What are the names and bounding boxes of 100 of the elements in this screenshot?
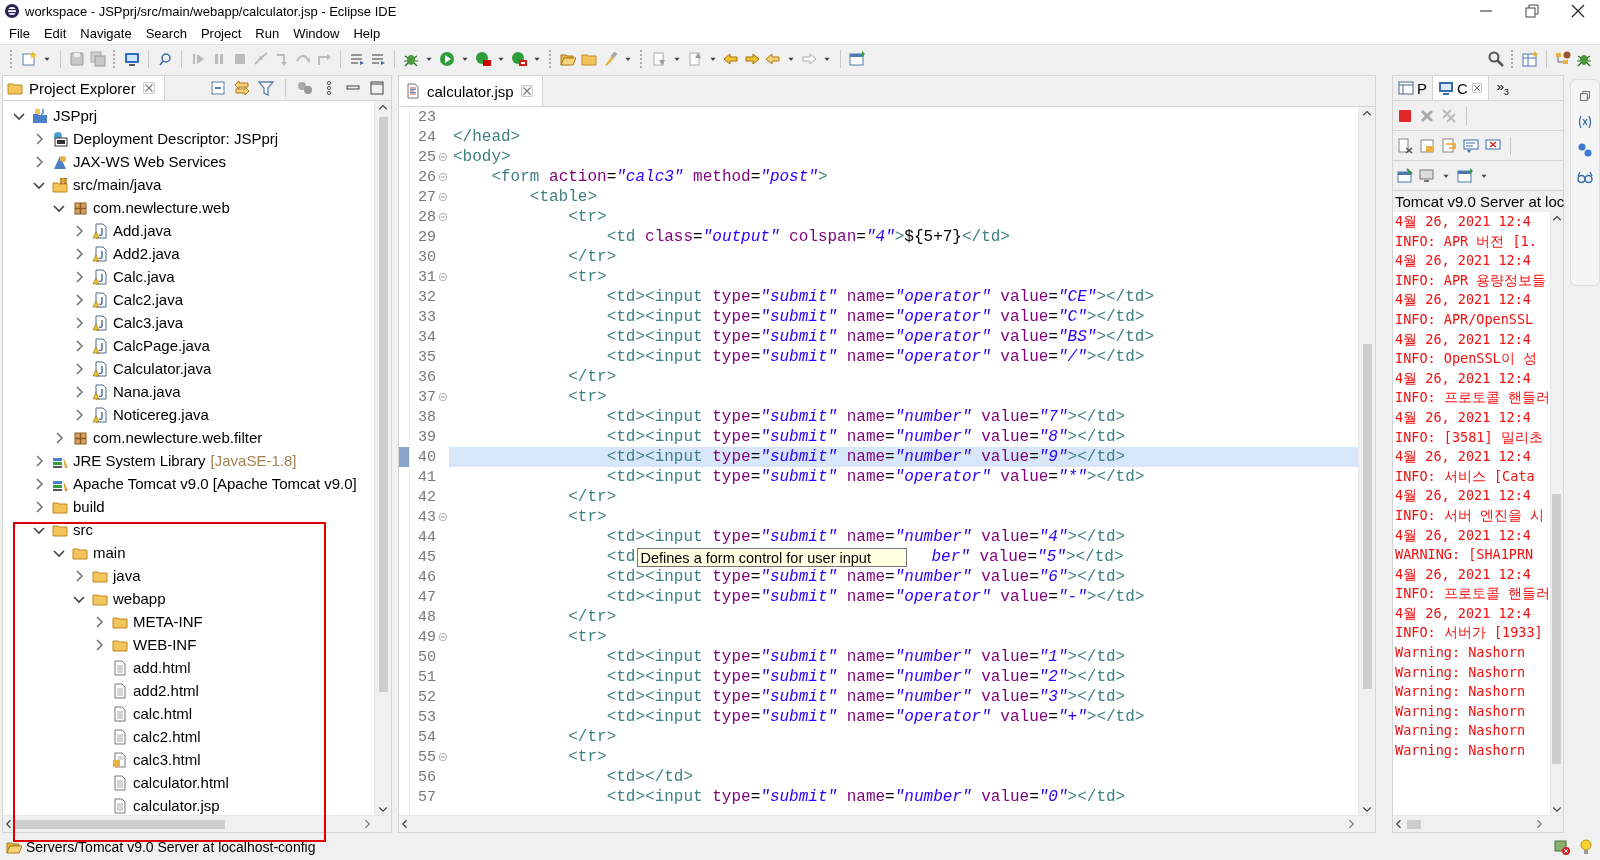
code-line: </tr>	[567, 487, 618, 507]
menu-item[interactable]: Help	[346, 25, 388, 41]
tree-item[interactable]: add2.html	[133, 682, 199, 699]
restore-icon[interactable]	[1524, 3, 1540, 19]
page-down-icon[interactable]	[651, 51, 667, 67]
tree-item[interactable]: calc3.html	[133, 751, 201, 768]
tree-item[interactable]: JSPprj	[53, 107, 98, 124]
window-icon[interactable]	[849, 51, 865, 67]
tree-item[interactable]: com.newlecture.web.filter	[93, 429, 263, 446]
tree-item[interactable]: Add.java	[113, 222, 172, 239]
tree-item[interactable]: calculator.html	[133, 774, 229, 791]
tree-item[interactable]: src	[73, 521, 93, 538]
clear-icon[interactable]	[1397, 137, 1413, 154]
java-file-icon	[92, 245, 108, 262]
tree-item[interactable]: Calc2.java	[113, 291, 184, 308]
code-line: <td><input type="submit" name="number" value="7"></td>	[605, 407, 1127, 427]
tree-item[interactable]: Add2.java	[113, 245, 180, 262]
link-arrows-icon[interactable]	[234, 80, 250, 96]
tree-item[interactable]: webapp	[113, 590, 166, 607]
maximize-icon[interactable]	[369, 80, 385, 96]
code-line: <td><input type="submit" name="number" value="0"></td>	[605, 787, 1127, 807]
lines-icon[interactable]	[349, 51, 365, 67]
line-number: 39	[417, 428, 437, 446]
panel-tab[interactable]: Project Explorer	[3, 76, 165, 100]
tree-item[interactable]: calc.html	[133, 705, 193, 722]
lightbulb-icon[interactable]	[1578, 839, 1594, 855]
code-line: </tr>	[567, 727, 618, 747]
back-arrow-icon[interactable]	[765, 51, 781, 67]
tree-item[interactable]: calc2.html	[133, 728, 201, 745]
monitor-icon[interactable]	[124, 51, 140, 67]
scrollbar-thumb[interactable]	[1407, 819, 1421, 829]
scrollbar-thumb[interactable]	[1552, 494, 1562, 764]
menu-item[interactable]: Run	[248, 25, 287, 41]
tree-item[interactable]: Nana.java	[113, 383, 181, 400]
editor-tab[interactable]: calculator.jsp	[399, 76, 543, 106]
view-tab[interactable]: C	[1433, 76, 1489, 100]
tree-item[interactable]: Deployment Descriptor: JSPprj	[73, 130, 279, 147]
console-line: Warning: Nashorn	[1395, 701, 1527, 721]
tree-item[interactable]: META-INF	[133, 613, 203, 630]
circles-icon[interactable]	[1577, 142, 1593, 158]
square-stop-icon[interactable]	[1397, 107, 1413, 124]
tree-item[interactable]: Calc3.java	[113, 314, 184, 331]
tree-item[interactable]: WEB-INF	[133, 636, 197, 653]
gears-icon[interactable]	[297, 80, 313, 96]
coverage-icon[interactable]	[475, 51, 491, 67]
menu-item[interactable]: Search	[138, 25, 194, 41]
tree-item[interactable]: Calc.java	[113, 268, 175, 285]
variables-icon[interactable]	[1577, 114, 1593, 130]
close-tab-icon[interactable]	[1470, 82, 1483, 94]
tree-item[interactable]: JAX-WS Web Services	[73, 153, 227, 170]
line-number: 31	[417, 268, 437, 286]
tree-item[interactable]: com.newlecture.web	[93, 199, 230, 216]
menu-item[interactable]: File	[2, 25, 37, 41]
tree-item[interactable]: CalcPage.java	[113, 337, 210, 354]
pin-console-icon[interactable]	[1397, 167, 1413, 184]
tree-item[interactable]: calculator.jsp	[133, 797, 220, 814]
tree-item[interactable]: Apache Tomcat v9.0 [Apache Tomcat v9.0]	[73, 475, 357, 492]
menu-item[interactable]: Edit	[36, 25, 74, 41]
line-number: 47	[417, 588, 437, 606]
file-icon	[112, 728, 128, 745]
screen-icon[interactable]	[1419, 167, 1435, 184]
window-icon[interactable]	[1457, 167, 1473, 184]
scrollbar-thumb[interactable]	[15, 819, 225, 829]
hierarchy-icon[interactable]	[1555, 51, 1571, 67]
win-close-icon[interactable]	[1570, 3, 1586, 19]
tree-item[interactable]: Calculator.java	[113, 360, 212, 377]
tree-item[interactable]: JRE System Library	[73, 452, 206, 469]
collapse-all-icon[interactable]	[210, 80, 226, 96]
close-tab-icon[interactable]	[141, 81, 156, 95]
tree-item[interactable]: src/main/java	[73, 176, 162, 193]
server-error-icon[interactable]	[1554, 839, 1570, 855]
lines-icon[interactable]	[370, 51, 386, 67]
console-line: 4월 26, 2021 12:4	[1395, 290, 1532, 310]
tree-item[interactable]: main	[93, 544, 126, 561]
search-icon[interactable]	[1488, 51, 1504, 67]
scrollbar-thumb[interactable]	[1362, 344, 1372, 689]
perspective-icon[interactable]	[1522, 51, 1538, 67]
more-views[interactable]: »$_{3}$	[1488, 79, 1510, 97]
play-icon[interactable]	[439, 51, 455, 67]
code-line: <form action="calc3" method="post">	[490, 167, 829, 187]
tree-item[interactable]: Noticereg.java	[113, 406, 209, 423]
scrollbar-thumb[interactable]	[378, 117, 388, 692]
close-tab-icon[interactable]	[519, 84, 534, 98]
view-tab[interactable]: P	[1393, 76, 1433, 100]
tree-item[interactable]: java	[113, 567, 141, 584]
menu-item[interactable]: Navigate	[73, 25, 139, 41]
code-line: <table>	[528, 187, 599, 207]
tree-item[interactable]: add.html	[133, 659, 191, 676]
open-folder-icon[interactable]	[560, 51, 576, 67]
console-line: INFO: APR 용량정보들	[1395, 270, 1548, 290]
glasses-icon[interactable]	[1577, 170, 1593, 186]
window-logo-icon	[4, 3, 20, 19]
restore-icon[interactable]	[1579, 90, 1591, 102]
menu-item[interactable]: Project	[193, 25, 249, 41]
page-up-icon[interactable]	[687, 51, 703, 67]
filter-icon[interactable]	[258, 80, 274, 96]
code-line: <td><input type="submit" name="number" value="3"></td>	[605, 687, 1127, 707]
tree-item[interactable]: build	[73, 498, 105, 515]
menu-item[interactable]: Window	[286, 25, 347, 41]
console-out-icon[interactable]	[1463, 137, 1479, 154]
